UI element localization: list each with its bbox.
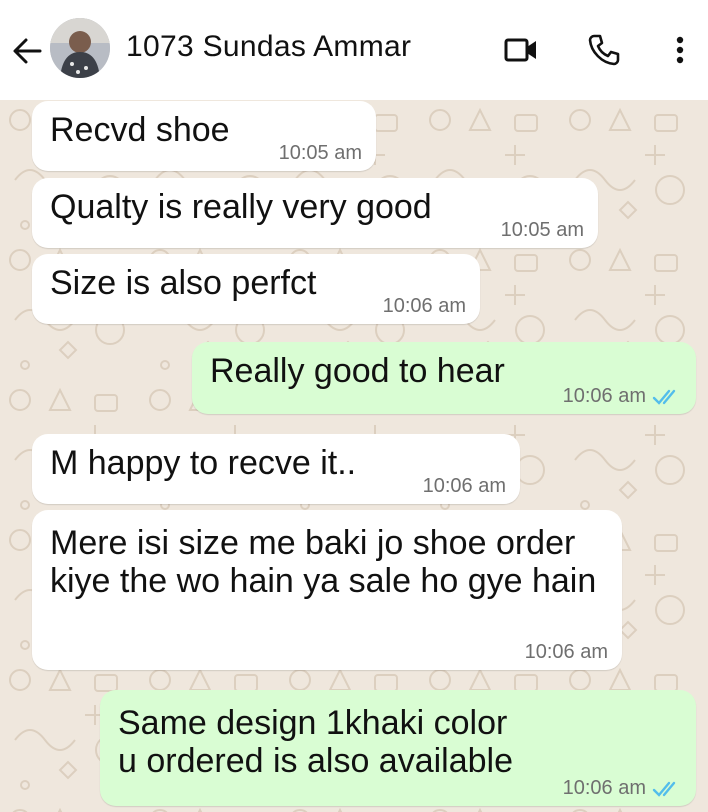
read-receipt-icon [652,389,676,405]
message-time: 10:06 am [524,641,608,663]
message-bubble-incoming[interactable]: M happy to recve it.. 10:06 am [32,434,520,504]
message-bubble-incoming[interactable]: Mere isi size me baki jo shoe order kiye… [32,510,622,670]
message-text: Same design 1khaki color u ordered is al… [118,704,514,780]
chat-header: 1073 Sundas Ammar [0,0,708,100]
message-time: 10:06 am [562,777,646,799]
message-time: 10:06 am [382,295,466,317]
message-bubble-incoming[interactable]: Size is also perfct 10:06 am [32,254,480,324]
avatar[interactable] [50,18,110,78]
back-arrow-icon[interactable] [10,34,44,68]
message-time: 10:06 am [562,385,646,407]
video-call-icon[interactable] [500,30,540,70]
message-bubble-incoming[interactable]: Qualty is really very good 10:05 am [32,178,598,248]
message-time: 10:05 am [278,142,362,164]
contact-name[interactable]: 1073 Sundas Ammar [126,30,411,64]
message-bubble-incoming[interactable]: Recvd shoe 10:05 am [32,101,376,171]
read-receipt-icon [652,781,676,797]
message-text: Mere isi size me baki jo shoe order kiye… [50,524,597,600]
more-options-icon[interactable] [660,30,700,70]
message-bubble-outgoing[interactable]: Really good to hear 10:06 am [192,342,696,414]
chat-area[interactable]: Recvd shoe 10:05 am Qualty is really ver… [0,100,708,812]
message-bubble-outgoing[interactable]: Same design 1khaki color u ordered is al… [100,690,696,806]
message-time: 10:06 am [422,475,506,497]
message-time: 10:05 am [500,219,584,241]
phone-icon[interactable] [584,30,624,70]
